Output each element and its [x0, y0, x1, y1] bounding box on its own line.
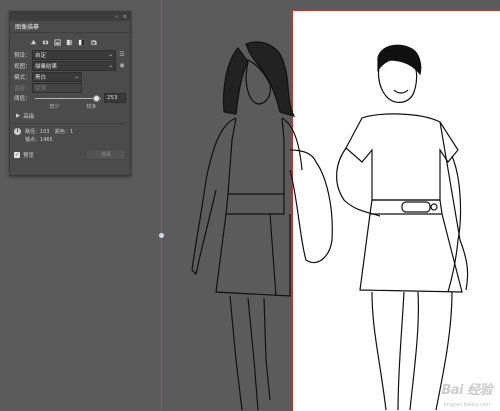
trace-info: i 路径：103 颜色：1 锚点：1465 — [10, 126, 130, 145]
paths-stat: 路径：103 — [25, 128, 55, 135]
threshold-slider-handle[interactable] — [93, 95, 101, 102]
colors-value: 1 — [70, 129, 74, 135]
palette-value: 受限 — [35, 85, 47, 92]
auto-color-icon[interactable] — [30, 39, 37, 46]
watermark-url: jingyan.baidu.com — [443, 402, 490, 408]
threshold-min-label: 较少 — [49, 104, 60, 110]
preview-label: 预览 — [23, 152, 35, 159]
palette-row: 调板： 受限 — [10, 82, 130, 93]
threshold-input[interactable]: 253 — [104, 93, 126, 103]
anchors-stat: 锚点：1465 — [25, 136, 55, 143]
palette-label: 调板： — [14, 85, 31, 92]
preset-icons — [10, 33, 130, 49]
anchors-label: 锚点： — [25, 137, 41, 143]
panel-titlebar[interactable]: ‹‹ ≡ — [10, 12, 130, 21]
advanced-label: 高级 — [23, 113, 35, 120]
threshold-range-labels: 较少 较多 — [10, 103, 130, 110]
preset-row: 预设： 自定 ⌄ ☰ — [10, 49, 130, 60]
threshold-slider[interactable] — [35, 95, 101, 102]
right-figure — [336, 44, 469, 410]
threshold-row: 阈值： 253 — [10, 93, 130, 103]
image-trace-panel: ‹‹ ≡ 图像描摹 预设： 自定 ⌄ ☰ 视图： 描摹结果 ⌄ ◉ 模式： 黑白 ⌄ … — [9, 11, 131, 176]
left-figure — [191, 41, 333, 410]
checkmark-icon[interactable]: ✓ — [14, 151, 20, 158]
mode-label: 模式： — [14, 74, 31, 81]
preset-menu-icon[interactable]: ☰ — [118, 51, 126, 58]
chevron-down-icon: ⌄ — [74, 73, 79, 80]
colors-stat: 颜色：1 — [55, 128, 85, 135]
grayscale-icon[interactable] — [66, 39, 73, 46]
disclosure-triangle-icon: ▶ — [16, 112, 21, 119]
palette-dropdown: 受限 — [32, 82, 82, 93]
anchors-value: 1465 — [40, 137, 53, 143]
preset-label: 预设： — [14, 52, 31, 59]
colors-label: 颜色： — [55, 129, 71, 135]
low-color-icon[interactable] — [54, 38, 61, 46]
advanced-toggle[interactable]: ▶ 高级 — [10, 110, 130, 121]
preview-checkbox[interactable]: ✓ 预览 — [14, 151, 34, 159]
mode-dropdown[interactable]: 黑白 ⌄ — [32, 71, 82, 82]
view-row: 视图： 描摹结果 ⌄ ◉ — [10, 60, 130, 71]
chevron-down-icon: ⌄ — [108, 62, 113, 69]
trace-button[interactable]: 描摹 — [86, 149, 126, 160]
high-color-icon[interactable] — [42, 39, 49, 46]
view-label: 视图： — [14, 63, 31, 70]
eye-icon[interactable]: ◉ — [118, 62, 126, 69]
mode-value: 黑白 — [35, 74, 47, 81]
chevron-down-icon: ⌄ — [108, 51, 113, 58]
view-value: 描摹结果 — [35, 63, 58, 70]
panel-menu-icon[interactable]: ≡ — [123, 14, 127, 20]
divider — [14, 123, 126, 124]
panel-tab[interactable]: 图像描摹 — [10, 21, 130, 33]
panel-tab-title: 图像描摹 — [15, 24, 40, 31]
paths-value: 103 — [40, 129, 50, 135]
panel-footer: ✓ 预览 描摹 — [10, 145, 130, 160]
mode-row: 模式： 黑白 ⌄ — [10, 71, 130, 82]
black-white-icon[interactable] — [78, 39, 85, 46]
view-dropdown[interactable]: 描摹结果 ⌄ — [32, 60, 116, 71]
collapse-panel-icon[interactable]: ‹‹ — [115, 14, 119, 20]
preset-dropdown[interactable]: 自定 ⌄ — [32, 49, 116, 60]
threshold-label: 阈值： — [14, 96, 31, 102]
paths-label: 路径： — [25, 129, 41, 135]
trace-stats: 路径：103 颜色：1 锚点：1465 — [25, 128, 85, 143]
outline-icon[interactable] — [90, 39, 97, 46]
preset-value: 自定 — [35, 52, 47, 59]
threshold-max-label: 较多 — [86, 104, 97, 110]
info-icon: i — [14, 128, 21, 135]
baidu-watermark: Bai 经验 — [441, 383, 492, 398]
